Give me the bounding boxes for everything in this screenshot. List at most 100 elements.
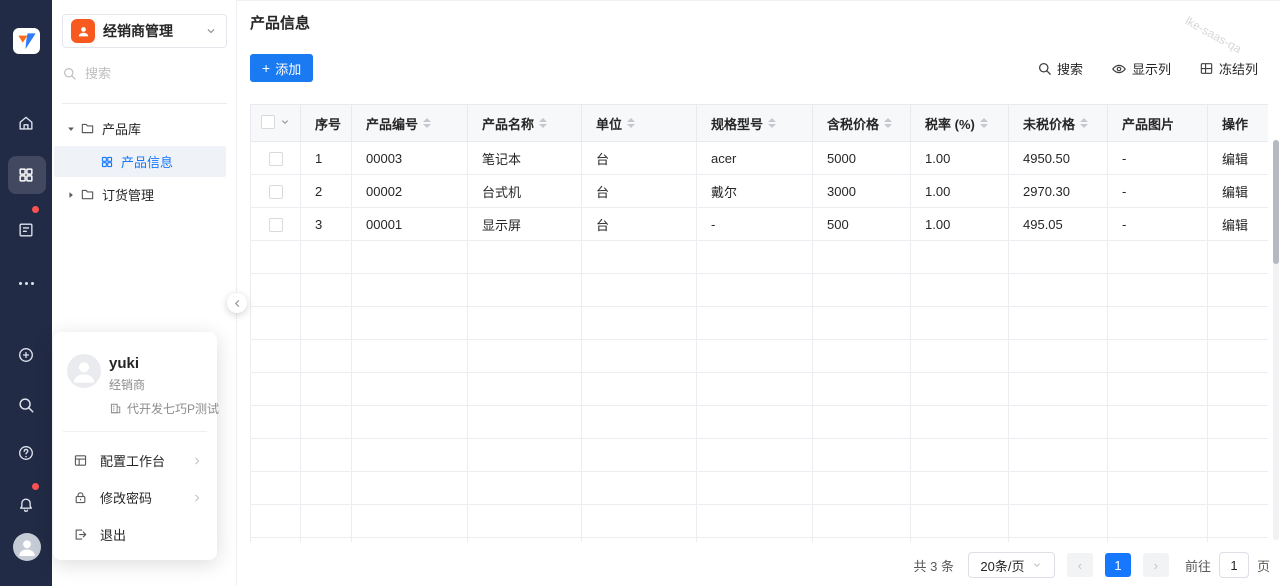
table-cell: - bbox=[697, 208, 813, 241]
empty-cell bbox=[468, 505, 582, 538]
empty-cell bbox=[1009, 241, 1108, 274]
edit-link[interactable]: 编辑 bbox=[1222, 152, 1248, 167]
empty-cell bbox=[1208, 538, 1269, 543]
next-page-button[interactable]: › bbox=[1143, 553, 1169, 577]
selection-menu-chevron-icon bbox=[279, 116, 291, 128]
table-cell: 编辑 bbox=[1208, 175, 1269, 208]
toolbar-search-button[interactable]: 搜索 bbox=[1037, 59, 1083, 78]
column-header-产品名称[interactable]: 产品名称 bbox=[468, 105, 582, 142]
empty-cell bbox=[301, 505, 352, 538]
app-logo-icon[interactable] bbox=[13, 28, 40, 54]
user-menu-item-修改密码[interactable]: 修改密码 bbox=[53, 479, 217, 516]
more-ellipsis-icon[interactable] bbox=[0, 266, 52, 300]
column-header-规格型号[interactable]: 规格型号 bbox=[697, 105, 813, 142]
user-menu-label: 修改密码 bbox=[100, 488, 191, 507]
empty-table-row bbox=[251, 274, 1269, 307]
empty-cell bbox=[911, 439, 1009, 472]
tree-item-label: 订货管理 bbox=[102, 185, 154, 204]
column-header-含税价格[interactable]: 含税价格 bbox=[813, 105, 911, 142]
empty-cell bbox=[911, 505, 1009, 538]
folder-icon bbox=[80, 121, 95, 136]
edit-link[interactable]: 编辑 bbox=[1222, 185, 1248, 200]
collapse-panel-button[interactable] bbox=[227, 293, 247, 313]
column-header-label: 产品图片 bbox=[1122, 114, 1174, 133]
current-page-button[interactable]: 1 bbox=[1105, 553, 1131, 577]
toolbar-label: 搜索 bbox=[1057, 59, 1083, 78]
document-icon[interactable] bbox=[0, 213, 52, 247]
scrollbar-thumb[interactable] bbox=[1273, 140, 1279, 264]
nav-search-input[interactable] bbox=[85, 66, 205, 81]
empty-cell bbox=[1208, 406, 1269, 439]
user-menu-item-配置工作台[interactable]: 配置工作台 bbox=[53, 442, 217, 479]
row-select-cell bbox=[251, 208, 301, 241]
table-cell: 台式机 bbox=[468, 175, 582, 208]
empty-cell bbox=[251, 505, 301, 538]
empty-cell bbox=[352, 274, 468, 307]
table-row: 100003笔记本台acer50001.004950.50-编辑 bbox=[251, 142, 1269, 175]
empty-cell bbox=[468, 472, 582, 505]
row-checkbox[interactable] bbox=[269, 218, 283, 232]
table-cell: - bbox=[1108, 142, 1208, 175]
empty-cell bbox=[813, 340, 911, 373]
empty-table-row bbox=[251, 373, 1269, 406]
table-cell: 500 bbox=[813, 208, 911, 241]
select-all-checkbox[interactable] bbox=[261, 115, 275, 129]
add-button[interactable]: + 添加 bbox=[250, 54, 313, 82]
empty-cell bbox=[1108, 307, 1208, 340]
row-checkbox[interactable] bbox=[269, 185, 283, 199]
empty-cell bbox=[1208, 241, 1269, 274]
empty-cell bbox=[1208, 274, 1269, 307]
sort-icon bbox=[627, 118, 635, 128]
tree-item-订货管理[interactable]: 订货管理 bbox=[52, 178, 237, 211]
empty-table-row bbox=[251, 439, 1269, 472]
column-header-label: 操作 bbox=[1222, 114, 1248, 133]
table-cell: 戴尔 bbox=[697, 175, 813, 208]
bell-icon[interactable] bbox=[0, 488, 52, 522]
column-header-税率 (%)[interactable]: 税率 (%) bbox=[911, 105, 1009, 142]
empty-cell bbox=[582, 406, 697, 439]
empty-cell bbox=[1108, 340, 1208, 373]
empty-cell bbox=[251, 538, 301, 543]
goto-page-input[interactable] bbox=[1219, 552, 1249, 578]
empty-cell bbox=[468, 406, 582, 439]
empty-table-row bbox=[251, 472, 1269, 505]
home-icon[interactable] bbox=[0, 106, 52, 140]
column-header-未税价格[interactable]: 未税价格 bbox=[1009, 105, 1108, 142]
empty-cell bbox=[813, 538, 911, 543]
add-plus-icon[interactable] bbox=[0, 338, 52, 372]
empty-cell bbox=[1108, 505, 1208, 538]
app-rail bbox=[0, 0, 52, 586]
toolbar-freeze-button[interactable]: 冻结列 bbox=[1199, 59, 1258, 78]
sort-icon bbox=[423, 118, 431, 128]
user-name: yuki bbox=[109, 355, 139, 372]
column-header-产品编号[interactable]: 产品编号 bbox=[352, 105, 468, 142]
empty-cell bbox=[352, 307, 468, 340]
apps-grid-icon[interactable] bbox=[0, 158, 52, 192]
page-size-select[interactable]: 20条/页 bbox=[968, 552, 1055, 578]
empty-cell bbox=[697, 241, 813, 274]
tree-item-产品库[interactable]: 产品库 bbox=[52, 112, 237, 145]
workspace-selector[interactable]: 经销商管理 bbox=[62, 14, 227, 48]
prev-page-button[interactable]: ‹ bbox=[1067, 553, 1093, 577]
tree-child-产品信息[interactable]: 产品信息 bbox=[54, 146, 226, 177]
empty-cell bbox=[301, 538, 352, 543]
row-checkbox[interactable] bbox=[269, 152, 283, 166]
edit-link[interactable]: 编辑 bbox=[1222, 218, 1248, 233]
search-icon[interactable] bbox=[0, 388, 52, 422]
toolbar-eye-button[interactable]: 显示列 bbox=[1111, 59, 1171, 78]
table-cell: - bbox=[1108, 175, 1208, 208]
empty-cell bbox=[813, 505, 911, 538]
table-cell: 3000 bbox=[813, 175, 911, 208]
chevron-down-icon bbox=[1031, 559, 1043, 571]
help-icon[interactable] bbox=[0, 436, 52, 470]
empty-cell bbox=[911, 274, 1009, 307]
column-header-单位[interactable]: 单位 bbox=[582, 105, 697, 142]
user-avatar[interactable] bbox=[13, 533, 41, 561]
empty-cell bbox=[1208, 307, 1269, 340]
user-menu-item-退出[interactable]: 退出 bbox=[53, 516, 217, 553]
empty-cell bbox=[582, 505, 697, 538]
table-cell: 00002 bbox=[352, 175, 468, 208]
user-menu-label: 退出 bbox=[100, 525, 203, 544]
empty-cell bbox=[251, 274, 301, 307]
empty-cell bbox=[813, 373, 911, 406]
